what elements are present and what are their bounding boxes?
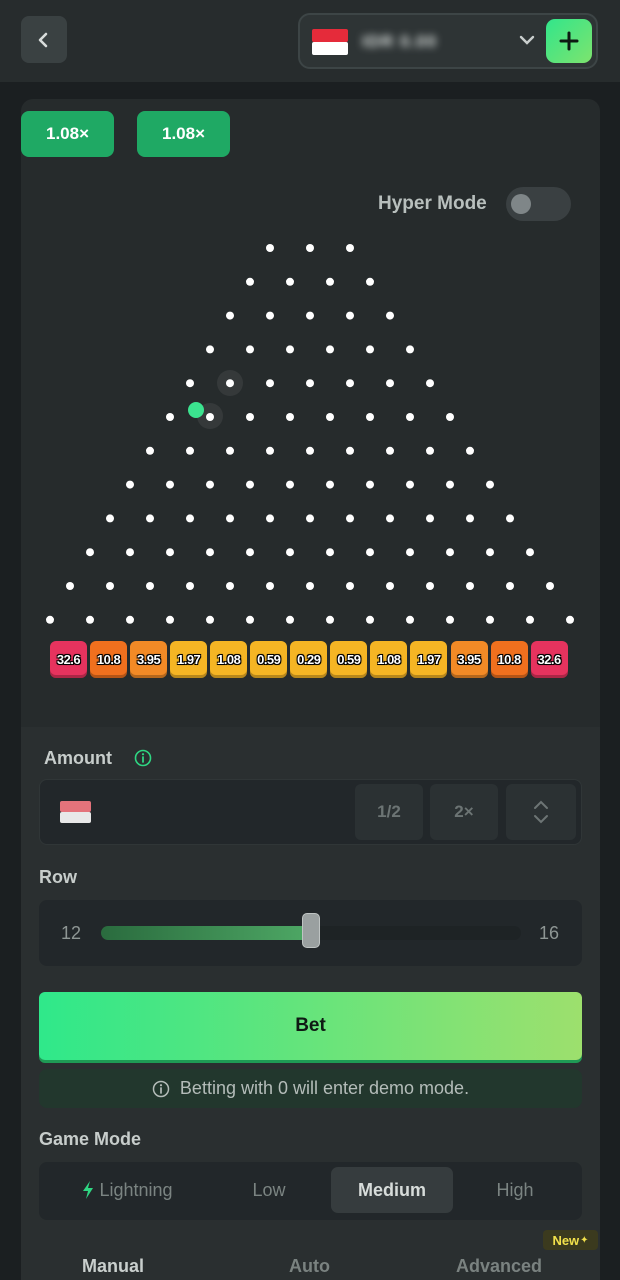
row-max-label: 16 xyxy=(539,923,560,943)
row-label: Row xyxy=(39,867,77,887)
multiplier-bucket: 1.08 xyxy=(210,641,248,678)
back-button[interactable] xyxy=(21,16,67,63)
hyper-mode-toggle[interactable] xyxy=(506,187,571,221)
new-badge-text: New xyxy=(552,1232,580,1248)
toggle-knob xyxy=(511,194,531,214)
mode-option-high[interactable]: High xyxy=(455,1167,575,1213)
new-badge: New ✦ xyxy=(543,1230,598,1250)
double-amount-button[interactable]: 2× xyxy=(430,784,498,840)
chevron-down-icon[interactable] xyxy=(532,814,550,824)
multiplier-bucket: 0.59 xyxy=(330,641,368,678)
info-icon[interactable] xyxy=(134,749,152,767)
bet-button[interactable]: Bet xyxy=(39,992,582,1060)
demo-mode-note: Betting with 0 will enter demo mode. xyxy=(39,1069,582,1108)
row-min-label: 12 xyxy=(61,923,82,943)
lightning-icon xyxy=(83,1181,94,1199)
indonesia-flag-icon xyxy=(60,801,91,823)
row-slider-handle[interactable] xyxy=(302,913,320,948)
recent-multiplier-badge: 1.08× xyxy=(21,111,114,157)
multiplier-bucket: 10.8 xyxy=(490,641,528,678)
wallet-selector[interactable]: IDR 0.00 xyxy=(298,13,598,69)
multiplier-bucket: 32.6 xyxy=(50,641,87,678)
half-amount-button[interactable]: 1/2 xyxy=(355,784,423,840)
demo-note-text: Betting with 0 will enter demo mode. xyxy=(179,1078,470,1098)
row-slider-fill xyxy=(101,926,311,940)
chevron-left-icon xyxy=(38,32,48,47)
multiplier-bucket: 32.6 xyxy=(530,641,568,678)
multiplier-bucket: 0.59 xyxy=(250,641,288,678)
chevron-up-icon[interactable] xyxy=(532,800,550,810)
tab-auto[interactable]: Auto xyxy=(289,1256,330,1277)
recent-multiplier-badge: 1.08× xyxy=(137,111,230,157)
game-mode-label: Game Mode xyxy=(39,1129,142,1149)
hyper-mode-label: Hyper Mode xyxy=(378,193,487,214)
top-bar: IDR 0.00 xyxy=(0,0,620,82)
multiplier-bucket: 1.08 xyxy=(370,641,408,678)
amount-label: Amount xyxy=(44,748,112,768)
mode-option-medium[interactable]: Medium xyxy=(331,1167,453,1213)
multiplier-bucket: 3.95 xyxy=(450,641,488,678)
multiplier-bucket: 1.97 xyxy=(410,641,448,678)
tab-advanced[interactable]: Advanced xyxy=(456,1256,542,1277)
info-icon xyxy=(152,1080,170,1097)
mode-option-lightning[interactable]: Lightning xyxy=(62,1167,192,1213)
deposit-button[interactable] xyxy=(546,19,592,63)
indonesia-flag-icon xyxy=(312,29,348,55)
chevron-down-icon xyxy=(519,35,535,45)
sparkle-icon: ✦ xyxy=(580,1234,589,1246)
multiplier-bucket: 10.8 xyxy=(90,641,128,678)
balance-amount: IDR 0.00 xyxy=(362,32,438,51)
multiplier-bucket: 1.97 xyxy=(170,641,208,678)
mode-option-label: Lightning xyxy=(99,1179,173,1200)
multiplier-bucket: 3.95 xyxy=(130,641,168,678)
multiplier-bucket: 0.29 xyxy=(290,641,328,678)
amount-input[interactable] xyxy=(39,779,582,845)
amount-stepper[interactable] xyxy=(506,784,576,840)
mode-option-low[interactable]: Low xyxy=(209,1167,329,1213)
tab-manual[interactable]: Manual xyxy=(82,1256,144,1277)
plus-icon xyxy=(559,31,579,51)
